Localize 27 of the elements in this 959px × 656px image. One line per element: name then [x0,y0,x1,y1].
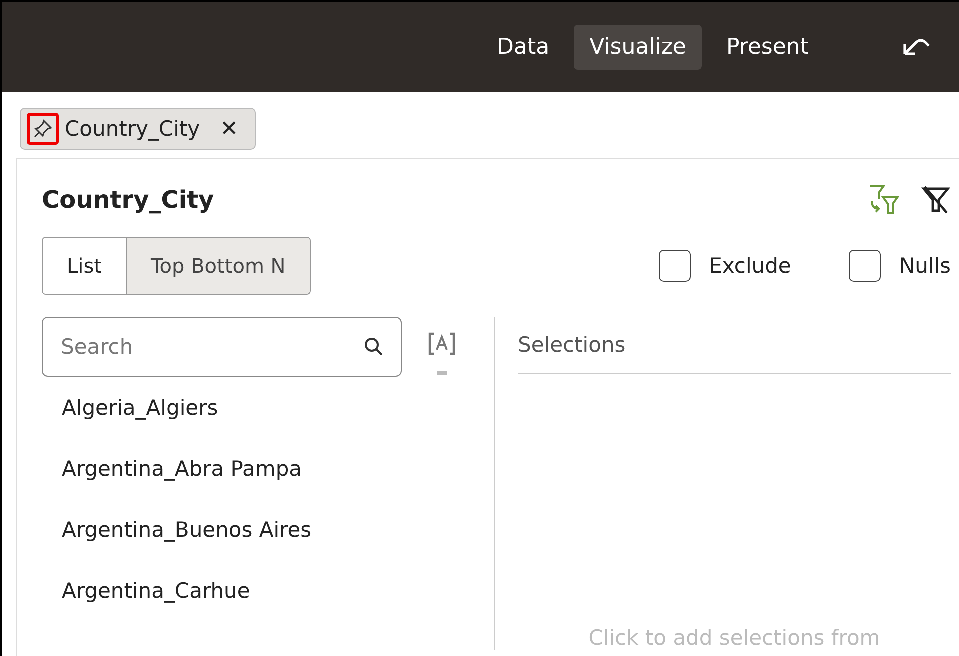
nav-tab[interactable]: Present [710,24,825,70]
scroll-thumb-icon [437,371,447,375]
mode-tab[interactable]: Top Bottom N [126,238,310,294]
search-icon [364,337,384,357]
value-item[interactable]: Algeria_Algiers [42,377,494,438]
selections-heading: Selections [518,321,951,374]
checkbox[interactable] [659,250,692,282]
mode-tab[interactable]: List [43,238,127,294]
sort-alpha-icon[interactable] [426,331,458,357]
close-button[interactable]: ✕ [206,116,239,142]
value-item[interactable]: Argentina_Buenos Aires [42,499,494,560]
value-item[interactable]: Argentina_Abra Pampa [42,438,494,499]
checkbox-label: Nulls [899,254,951,278]
nav-tab[interactable]: Visualize [574,24,702,70]
checkbox[interactable] [849,250,882,282]
selections-hint: Click to add selections from [588,626,882,650]
checkbox-label: Exclude [709,254,792,278]
panel-title: Country_City [42,186,214,214]
clear-filter-icon[interactable] [921,185,951,215]
value-item[interactable]: Argentina_Carhue [42,560,494,621]
pin-icon[interactable] [27,113,59,145]
search-field[interactable]: Search [42,317,402,377]
filter-label: Country_City [65,117,200,141]
undo-icon[interactable] [901,36,931,58]
filter-swap-icon[interactable] [867,183,901,217]
nav-tab[interactable]: Data [481,24,566,70]
filter-pill[interactable]: Country_City ✕ [20,108,256,150]
